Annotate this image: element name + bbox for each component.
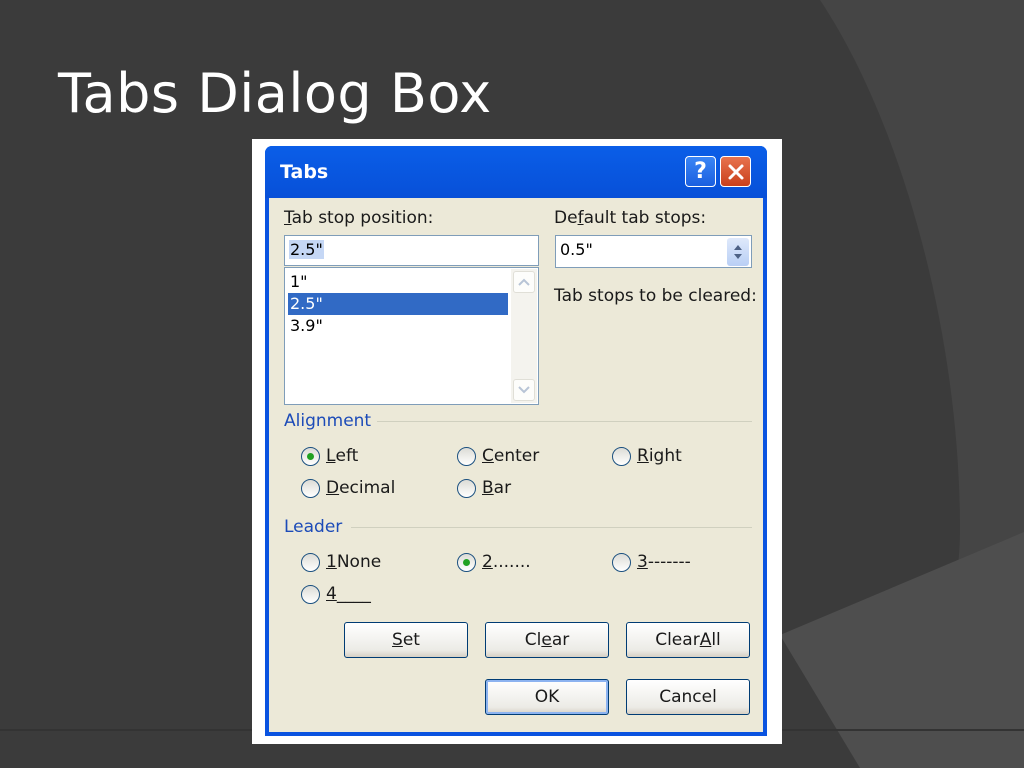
leader-underline-radio[interactable]: 4 ____ [301, 584, 371, 604]
alignment-bar-radio[interactable]: Bar [457, 478, 511, 498]
tab-stop-position-input[interactable]: 2.5" [284, 235, 539, 266]
tab-stop-list[interactable]: 1" 2.5" 3.9" [284, 267, 539, 405]
ok-button[interactable]: OK [485, 679, 609, 715]
alignment-right-radio[interactable]: Right [612, 446, 682, 466]
radio-icon [301, 478, 320, 498]
leader-dots-radio[interactable]: 2 ....... [457, 552, 531, 572]
slide-title: Tabs Dialog Box [58, 62, 492, 125]
alignment-center-radio[interactable]: Center [457, 446, 539, 466]
radio-icon [457, 446, 476, 466]
radio-checked-icon [301, 446, 320, 466]
radio-icon [301, 552, 320, 572]
default-tab-stops-label: Default tab stops: [554, 208, 707, 228]
help-button[interactable]: ? [685, 156, 716, 187]
list-item[interactable]: 1" [288, 271, 508, 293]
clear-button[interactable]: Cl e ar [485, 622, 609, 658]
tab-stop-position-value: 2.5" [289, 240, 324, 259]
radio-icon [301, 584, 320, 604]
help-icon: ? [694, 159, 707, 184]
alignment-decimal-radio[interactable]: Decimal [301, 478, 395, 498]
radio-checked-icon [457, 552, 476, 572]
clear-all-button[interactable]: Clear All [626, 622, 750, 658]
cancel-button[interactable]: Cancel [626, 679, 750, 715]
dialog-title: Tabs [280, 161, 329, 183]
list-scrollbar[interactable] [511, 269, 537, 403]
tab-stop-position-label: Tab stop position: [284, 208, 434, 228]
dialog-body: Tab stop position: 2.5" 1" 2.5" 3.9" Def… [269, 198, 763, 732]
radio-icon [612, 552, 631, 572]
set-button[interactable]: Set [344, 622, 468, 658]
tabs-dialog: Tabs ? Tab stop position: 2.5" 1" 2.5" 3… [265, 146, 767, 736]
spinner-buttons[interactable] [727, 238, 749, 266]
spinner-icon [734, 245, 742, 259]
radio-icon [612, 446, 631, 466]
default-tab-stops-input[interactable]: 0.5" [555, 235, 752, 268]
chevron-up-icon [518, 278, 530, 286]
radio-icon [457, 478, 476, 498]
default-tab-stops-value: 0.5" [560, 240, 593, 259]
close-button[interactable] [720, 156, 751, 187]
scroll-up-button[interactable] [513, 271, 535, 293]
alignment-group-label: Alignment [284, 411, 372, 431]
leader-none-radio[interactable]: 1 None [301, 552, 381, 572]
scroll-down-button[interactable] [513, 379, 535, 401]
close-icon [728, 164, 743, 179]
leader-group-label: Leader [284, 517, 343, 537]
list-item[interactable]: 3.9" [288, 315, 508, 337]
list-item[interactable]: 2.5" [288, 293, 508, 315]
alignment-divider [377, 421, 752, 422]
leader-dashes-radio[interactable]: 3 ------- [612, 552, 691, 572]
leader-divider [351, 527, 752, 528]
alignment-left-radio[interactable]: Left [301, 446, 358, 466]
tab-stops-cleared-label: Tab stops to be cleared: [554, 286, 757, 306]
dialog-titlebar: Tabs ? [265, 146, 767, 198]
chevron-down-icon [518, 386, 530, 394]
